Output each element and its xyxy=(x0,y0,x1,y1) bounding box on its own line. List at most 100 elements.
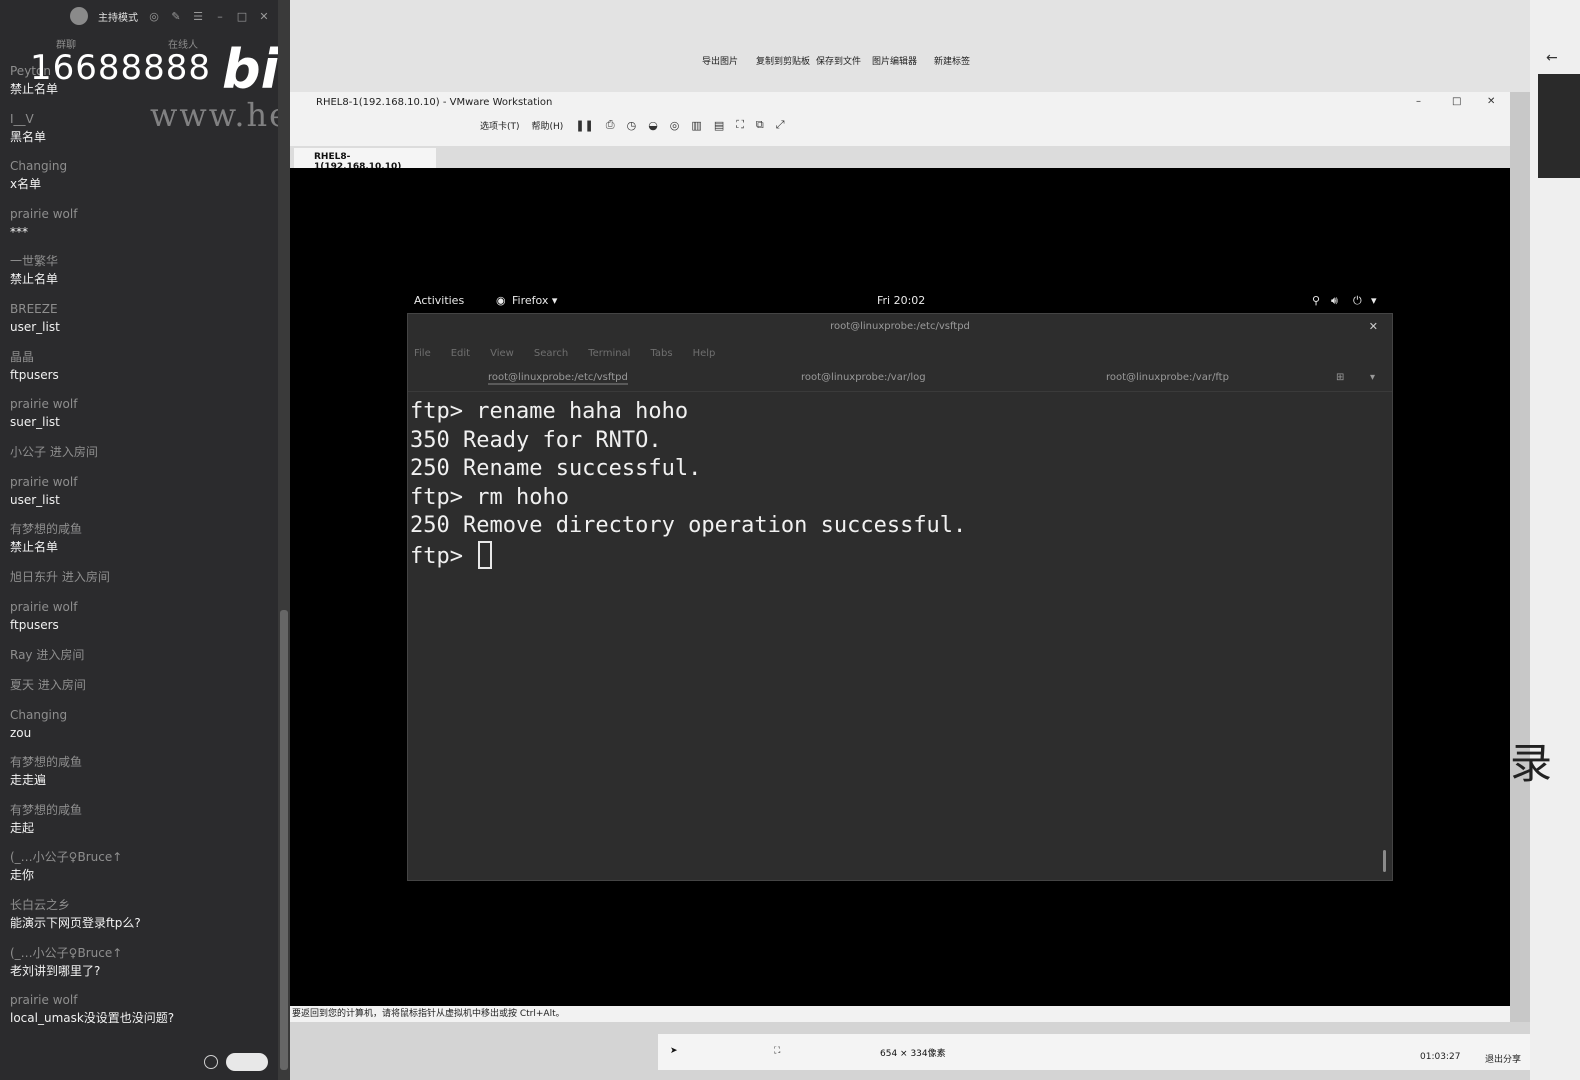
snapshot-icon[interactable]: ◷ xyxy=(627,119,637,132)
terminal-header: root@linuxprobe:/etc/vsftpd ✕ xyxy=(408,314,1392,342)
chevron-down-icon[interactable]: ▾ xyxy=(1370,372,1375,383)
message-username[interactable]: 旭日东升 进入房间 xyxy=(10,568,272,586)
app-menu[interactable]: Firefox ▾ xyxy=(512,294,557,307)
message-text: user_list xyxy=(10,492,60,507)
pointer-icon[interactable]: ➤ xyxy=(670,1046,678,1056)
terminal-window[interactable]: root@linuxprobe:/etc/vsftpd ✕ File Edit … xyxy=(407,313,1393,881)
select-icon[interactable]: ⛶ xyxy=(774,1046,780,1056)
message-username[interactable]: prairie wolf xyxy=(10,991,272,1009)
network-icon[interactable]: ⚲ xyxy=(1312,294,1320,307)
message-list: Peyton 禁止名单 I__V 黑名单 Changing x名单 prairie wolf… xyxy=(10,62,272,1039)
message-username[interactable]: (_…小公子♀Bruce↑ xyxy=(10,848,272,866)
tool-copy[interactable]: 复制到剪贴板 xyxy=(756,54,810,67)
message-username[interactable]: 夏天 进入房间 xyxy=(10,676,272,694)
watermark-number: 16688888 xyxy=(30,48,212,88)
message-username[interactable]: 有梦想的咸鱼 xyxy=(10,801,272,819)
send-button[interactable] xyxy=(226,1053,268,1071)
tool-export[interactable]: 导出图片 xyxy=(702,54,738,67)
message-username[interactable]: prairie wolf xyxy=(10,205,272,223)
tab-vm[interactable]: RHEL8-1(192.168.10.10) xyxy=(294,148,436,172)
chat-message: prairie wolf *** xyxy=(10,205,272,253)
menu-help[interactable]: 帮助(H) xyxy=(532,119,564,132)
tool-save[interactable]: 保存到文件 xyxy=(816,54,861,67)
unity-icon[interactable]: ⧉ xyxy=(756,118,764,132)
menu-view[interactable]: View xyxy=(490,348,514,359)
screen: 主持模式 ◎ ✎ ☰ – □ ✕ 群聊 在线人 Peyton 禁止名单 I__V 黑名… xyxy=(0,0,1580,1080)
close-icon[interactable]: ✕ xyxy=(258,10,270,23)
message-username[interactable]: BREEZE xyxy=(10,300,272,318)
minimize-icon[interactable]: – xyxy=(214,10,226,23)
menu-search[interactable]: Search xyxy=(534,348,568,359)
message-username[interactable]: 小公子 进入房间 xyxy=(10,443,272,461)
vm-status-bar: 要返回到您的计算机，请将鼠标指针从虚拟机中移出或按 Ctrl+Alt。 xyxy=(290,1006,1510,1022)
fullscreen-icon[interactable]: ⛶ xyxy=(736,118,744,132)
message-username[interactable]: prairie wolf xyxy=(10,395,272,413)
chat-message: 一世繁华 禁止名单 xyxy=(10,252,272,300)
vm-tab-strip: RHEL8-1(192.168.10.10) xyxy=(290,146,1510,172)
chat-input-bar xyxy=(0,1044,278,1080)
gnome-top-bar: Activities ◉ Firefox ▾ Fri 20:02 ⚲ 🔊︎ ⏻ … xyxy=(406,292,1386,310)
message-text: x名单 xyxy=(10,177,42,192)
volume-icon[interactable]: 🔊︎ xyxy=(1331,294,1338,308)
stretch-icon[interactable]: ⤢ xyxy=(776,118,785,132)
close-icon[interactable]: ✕ xyxy=(1369,320,1378,333)
message-username[interactable]: Ray 进入房间 xyxy=(10,646,272,664)
manage-snapshot-icon[interactable]: ◎ xyxy=(670,119,680,132)
host-mode-label: 主持模式 xyxy=(98,12,138,24)
minimize-icon[interactable]: – xyxy=(1416,96,1421,107)
console-icon[interactable]: ▤ xyxy=(714,119,724,132)
chat-scrollbar[interactable] xyxy=(278,0,290,1080)
menu-icon[interactable]: ☰ xyxy=(192,10,204,23)
chat-message: 长白云之乡 能演示下网页登录ftp么? xyxy=(10,896,272,944)
terminal-tab-ftp[interactable]: root@linuxprobe:/var/ftp xyxy=(1106,372,1229,383)
pause-icon[interactable]: ❚❚ xyxy=(575,119,593,132)
maximize-icon[interactable]: □ xyxy=(236,10,248,23)
terminal-scrollbar[interactable] xyxy=(1383,850,1386,872)
send-keys-icon[interactable]: ⎙ xyxy=(606,118,615,132)
vm-display[interactable]: Activities ◉ Firefox ▾ Fri 20:02 ⚲ 🔊︎ ⏻ … xyxy=(290,168,1510,1006)
emoji-icon[interactable] xyxy=(204,1055,218,1069)
menu-help[interactable]: Help xyxy=(693,348,716,359)
clock[interactable]: Fri 20:02 xyxy=(877,294,925,307)
message-username[interactable]: 有梦想的咸鱼 xyxy=(10,753,272,771)
activities-button[interactable]: Activities xyxy=(414,294,464,307)
message-username[interactable]: prairie wolf xyxy=(10,598,272,616)
revert-icon[interactable]: ◒ xyxy=(648,119,658,132)
chat-message: Changing x名单 xyxy=(10,157,272,205)
terminal-output[interactable]: ftp> rename haha hoho 350 Ready for RNTO… xyxy=(408,392,1392,571)
chat-message: BREEZE user_list xyxy=(10,300,272,348)
menu-file[interactable]: File xyxy=(414,348,431,359)
message-username[interactable]: 长白云之乡 xyxy=(10,896,272,914)
new-tab-icon[interactable]: ⊞ xyxy=(1336,372,1344,383)
message-username[interactable]: Changing xyxy=(10,157,272,175)
settings-icon[interactable]: ◎ xyxy=(148,10,160,23)
menu-tabs[interactable]: Tabs xyxy=(650,348,672,359)
edit-icon[interactable]: ✎ xyxy=(170,10,182,23)
tool-editor[interactable]: 图片编辑器 xyxy=(872,54,917,67)
tool-new-tab[interactable]: 新建标签 xyxy=(934,54,970,67)
message-username[interactable]: prairie wolf xyxy=(10,473,272,491)
message-username[interactable]: (_…小公子♀Bruce↑ xyxy=(10,944,272,962)
maximize-icon[interactable]: □ xyxy=(1452,96,1461,107)
power-icon[interactable]: ⏻ xyxy=(1353,294,1362,308)
terminal-tabs: root@linuxprobe:/etc/vsftpd root@linuxpr… xyxy=(408,364,1392,392)
menu-tabs[interactable]: 选项卡(T) xyxy=(480,119,520,132)
menu-edit[interactable]: Edit xyxy=(451,348,470,359)
back-arrow-icon[interactable]: ← xyxy=(1546,50,1558,66)
scrollbar-thumb[interactable] xyxy=(280,610,288,1070)
chevron-down-icon[interactable]: ▾ xyxy=(1371,294,1377,307)
menu-terminal[interactable]: Terminal xyxy=(588,348,630,359)
avatar[interactable] xyxy=(70,7,88,25)
view-icon[interactable]: ▥ xyxy=(691,119,701,132)
message-username[interactable]: 晶晶 xyxy=(10,348,272,366)
close-icon[interactable]: ✕ xyxy=(1487,96,1495,107)
message-username[interactable]: 有梦想的咸鱼 xyxy=(10,520,272,538)
terminal-tab-vsftpd[interactable]: root@linuxprobe:/etc/vsftpd xyxy=(488,372,628,385)
chat-message: (_…小公子♀Bruce↑ 走你 xyxy=(10,848,272,896)
terminal-prompt-line[interactable]: ftp> xyxy=(410,540,1392,572)
message-username[interactable]: Changing xyxy=(10,706,272,724)
message-username[interactable]: 一世繁华 xyxy=(10,252,272,270)
vmware-title: RHEL8-1(192.168.10.10) - VMware Workstat… xyxy=(316,96,553,108)
quit-share-button[interactable]: 退出分享 xyxy=(1485,1052,1521,1065)
terminal-tab-log[interactable]: root@linuxprobe:/var/log xyxy=(801,372,926,383)
